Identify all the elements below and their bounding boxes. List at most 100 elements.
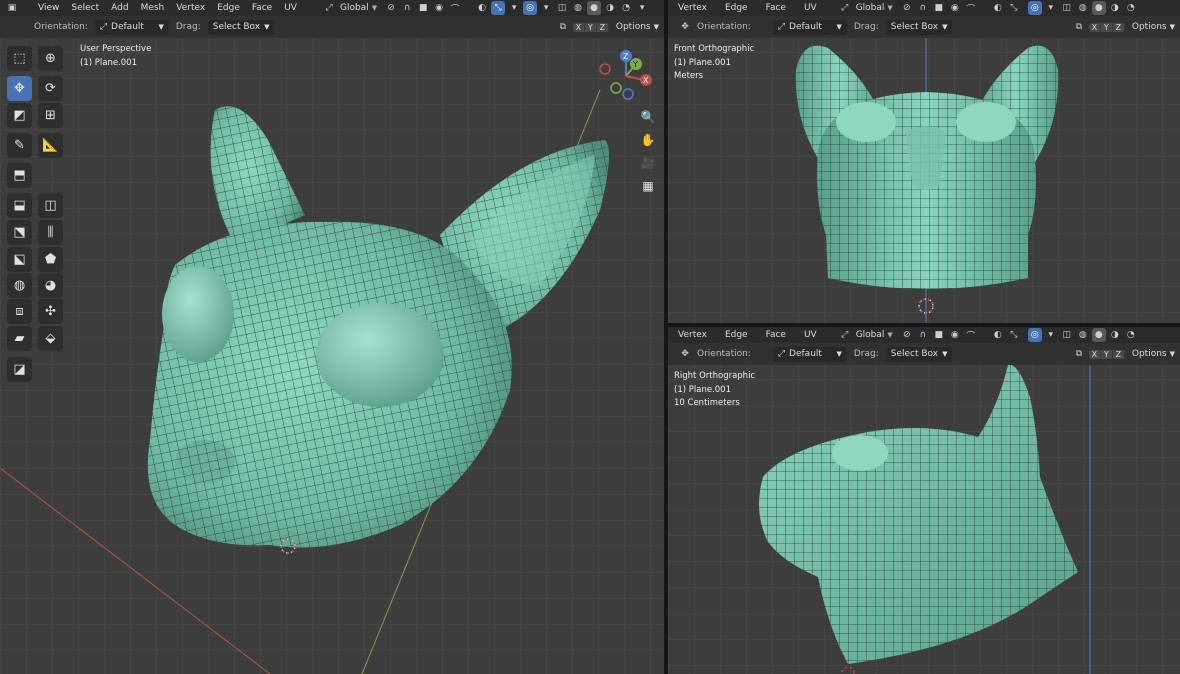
axis-y-toggle[interactable]: Y xyxy=(1101,349,1113,359)
spin-tool[interactable]: ◍ xyxy=(7,273,32,298)
axis-x-toggle[interactable]: X xyxy=(1089,22,1101,32)
menu-vertex[interactable]: Vertex xyxy=(672,3,713,13)
menu-uv[interactable]: UV xyxy=(278,3,303,13)
menu-uv[interactable]: UV xyxy=(798,330,823,340)
transform-orientation-dropdown[interactable]: ⤢ Global ▼ xyxy=(833,328,897,342)
wireframe-shading-icon[interactable]: ◍ xyxy=(1076,328,1090,342)
axis-x-toggle[interactable]: X xyxy=(1089,349,1101,359)
axis-y-toggle[interactable]: Y xyxy=(1101,22,1113,32)
select-box-tool[interactable]: ⬚ xyxy=(7,46,32,71)
scale-tool[interactable]: ◩ xyxy=(7,103,32,128)
proportional-edit-icon[interactable]: ◉ xyxy=(432,1,446,15)
solid-shading-icon[interactable]: ● xyxy=(587,1,602,15)
overlay-dropdown-icon[interactable]: ▾ xyxy=(539,1,553,15)
axis-z-toggle[interactable]: Z xyxy=(1113,22,1125,32)
rendered-shading-icon[interactable]: ◔ xyxy=(1124,328,1138,342)
drag-dropdown[interactable]: Select Box ▼ xyxy=(885,19,953,35)
axis-y-toggle[interactable]: Y xyxy=(585,22,597,32)
xray-icon[interactable]: ◫ xyxy=(555,1,569,15)
mirror-axes[interactable]: X Y Z xyxy=(1088,22,1125,32)
zoom-icon[interactable]: 🔍 xyxy=(638,107,658,127)
overlay-toggle-icon[interactable]: ◎ xyxy=(1027,328,1042,342)
overlay-dropdown-icon[interactable]: ▾ xyxy=(1044,328,1058,342)
menu-add[interactable]: Add xyxy=(105,3,134,13)
wireframe-shading-icon[interactable]: ◍ xyxy=(571,1,585,15)
editor-type-icon[interactable]: ▣ xyxy=(5,1,19,15)
mirror-icon[interactable]: ⧉ xyxy=(1072,347,1086,361)
gizmo-toggle-icon[interactable]: ⤡ xyxy=(1007,1,1021,15)
orientation-dropdown[interactable]: ⤢ Default ▼ xyxy=(94,19,169,35)
main-viewport[interactable]: ▣ View Select Add Mesh Vertex Edge Face … xyxy=(0,0,664,674)
xray-icon[interactable]: ◫ xyxy=(1060,328,1074,342)
right-viewport[interactable]: Vertex Edge Face UV ⤢ Global ▼ ⊘ ∩ ■ ◉ ⌒… xyxy=(668,327,1180,674)
pivot-point-icon[interactable]: ⊘ xyxy=(384,1,398,15)
transform-orientation-dropdown[interactable]: ⤢ Global ▼ xyxy=(317,1,381,15)
snap-icon[interactable]: ∩ xyxy=(400,1,414,15)
rendered-shading-icon[interactable]: ◔ xyxy=(1124,1,1138,15)
orientation-dropdown[interactable]: ⤢ Default ▼ xyxy=(772,19,847,35)
snap-target-icon[interactable]: ■ xyxy=(416,1,430,15)
gizmo-dropdown-icon[interactable]: ▾ xyxy=(507,1,521,15)
options-dropdown[interactable]: Options ▼ xyxy=(1127,347,1180,362)
loop-cut-tool[interactable]: ⫼ xyxy=(38,220,63,245)
extra-tool[interactable]: ◪ xyxy=(7,357,32,382)
mirror-icon[interactable]: ⧉ xyxy=(1072,20,1086,34)
front-viewport[interactable]: Vertex Edge Face UV ⤢ Global ▼ ⊘ ∩ ■ ◉ ⌒… xyxy=(668,0,1180,323)
extrude-tool[interactable]: ⬓ xyxy=(7,193,32,218)
rotate-tool[interactable]: ⟳ xyxy=(38,76,63,101)
pivot-point-icon[interactable]: ⊘ xyxy=(900,1,914,15)
pivot-point-icon[interactable]: ⊘ xyxy=(900,328,914,342)
proportional-edit-icon[interactable]: ◉ xyxy=(948,328,962,342)
knife-tool[interactable]: ⬕ xyxy=(7,247,32,272)
snap-icon[interactable]: ∩ xyxy=(916,328,930,342)
shrink-fatten-tool[interactable]: ✣ xyxy=(38,299,63,324)
xray-icon[interactable]: ◫ xyxy=(1060,1,1074,15)
move-icon[interactable]: ✥ xyxy=(678,347,692,361)
material-shading-icon[interactable]: ◑ xyxy=(1108,1,1122,15)
snap-target-icon[interactable]: ■ xyxy=(932,328,946,342)
solid-shading-icon[interactable]: ● xyxy=(1091,328,1106,342)
rendered-shading-icon[interactable]: ◔ xyxy=(619,1,633,15)
annotate-tool[interactable]: ✎ xyxy=(7,133,32,158)
smooth-tool[interactable]: ◕ xyxy=(38,273,63,298)
bevel-tool[interactable]: ⬔ xyxy=(7,220,32,245)
menu-edge[interactable]: Edge xyxy=(211,3,246,13)
menu-edge[interactable]: Edge xyxy=(719,3,754,13)
menu-uv[interactable]: UV xyxy=(798,3,823,13)
overlay-toggle-icon[interactable]: ◎ xyxy=(523,1,538,15)
falloff-icon[interactable]: ⌒ xyxy=(448,1,462,15)
move-icon[interactable]: ✥ xyxy=(678,20,692,34)
options-dropdown[interactable]: Options ▼ xyxy=(1127,20,1180,35)
shading-dropdown-icon[interactable]: ▾ xyxy=(635,1,649,15)
gizmo-toggle-icon[interactable]: ⤡ xyxy=(1007,328,1021,342)
menu-vertex[interactable]: Vertex xyxy=(170,3,211,13)
axis-z-toggle[interactable]: Z xyxy=(597,22,609,32)
grid-view-icon[interactable]: ▦ xyxy=(638,176,658,196)
menu-view[interactable]: View xyxy=(32,3,65,13)
measure-tool[interactable]: 📐 xyxy=(38,133,63,158)
menu-mesh[interactable]: Mesh xyxy=(135,3,171,13)
menu-face[interactable]: Face xyxy=(246,3,278,13)
move-tool[interactable]: ✥ xyxy=(7,76,32,101)
poly-build-tool[interactable]: ⬟ xyxy=(38,247,63,272)
axis-z-toggle[interactable]: Z xyxy=(1113,349,1125,359)
mirror-icon[interactable]: ⧉ xyxy=(556,20,570,34)
transform-orientation-dropdown[interactable]: ⤢ Global ▼ xyxy=(833,1,897,15)
proportional-edit-icon[interactable]: ◉ xyxy=(948,1,962,15)
overlay-toggle-icon[interactable]: ◎ xyxy=(1027,1,1042,15)
drag-dropdown[interactable]: Select Box ▼ xyxy=(207,19,275,35)
inset-tool[interactable]: ◫ xyxy=(38,193,63,218)
menu-face[interactable]: Face xyxy=(760,330,792,340)
camera-icon[interactable]: 🎥 xyxy=(638,153,658,173)
menu-vertex[interactable]: Vertex xyxy=(672,330,713,340)
material-shading-icon[interactable]: ◑ xyxy=(603,1,617,15)
mirror-axes[interactable]: X Y Z xyxy=(1088,349,1125,359)
drag-dropdown[interactable]: Select Box ▼ xyxy=(885,346,953,362)
pan-hand-icon[interactable]: ✋ xyxy=(638,130,658,150)
menu-face[interactable]: Face xyxy=(760,3,792,13)
visibility-icon[interactable]: ◐ xyxy=(475,1,489,15)
orientation-dropdown[interactable]: ⤢ Default ▼ xyxy=(772,346,847,362)
overlay-dropdown-icon[interactable]: ▾ xyxy=(1044,1,1058,15)
visibility-icon[interactable]: ◐ xyxy=(991,1,1005,15)
gizmo-toggle-icon[interactable]: ⤡ xyxy=(491,1,506,15)
